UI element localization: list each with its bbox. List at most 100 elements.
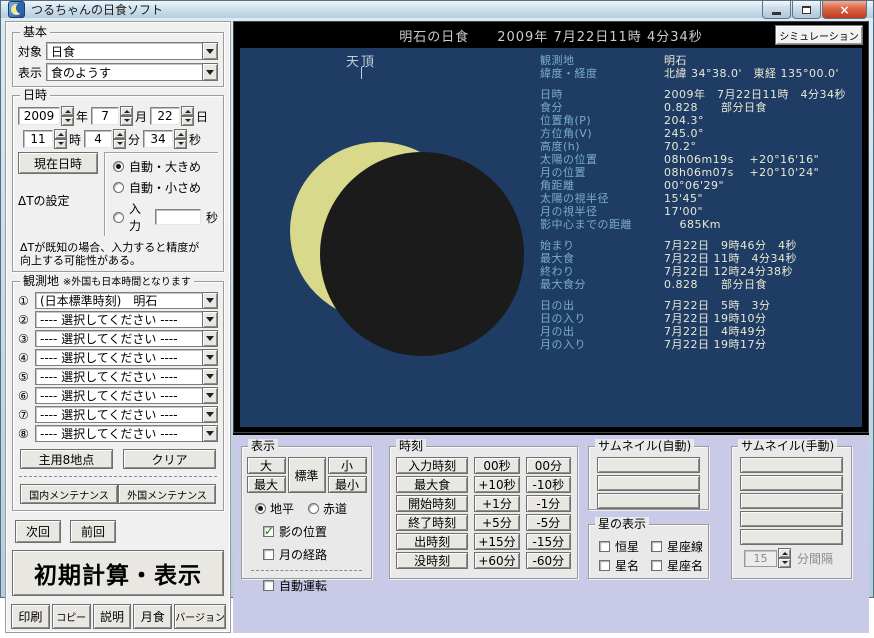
view-dropdown-button[interactable] [202, 63, 218, 81]
time-plus-button[interactable]: +10秒 [474, 476, 520, 493]
day-stepper[interactable] [181, 106, 195, 126]
previous-eclipse-button[interactable]: 前回 [70, 520, 116, 543]
time-minus-button[interactable]: 00分 [525, 457, 571, 474]
zoom-min-button[interactable]: 最小 [327, 476, 367, 493]
interval-field[interactable]: 15 [744, 549, 777, 567]
minute-field[interactable]: 4 [84, 130, 113, 148]
time-jump-button[interactable]: 入力時刻 [396, 457, 469, 474]
thumbnail-auto-button[interactable] [597, 493, 700, 509]
thumbnail-auto-button[interactable] [597, 475, 700, 491]
shadow-position-checkbox[interactable] [263, 524, 274, 538]
location-dropdown-button[interactable] [202, 311, 218, 328]
time-plus-button[interactable]: +1分 [474, 495, 520, 512]
delta-t-input[interactable] [155, 209, 201, 225]
thumbnail-auto-button[interactable] [597, 457, 700, 473]
location-select[interactable]: ---- 選択してください ---- [35, 311, 218, 328]
time-jump-button[interactable]: 終了時刻 [396, 514, 469, 531]
copy-button[interactable]: コピー [51, 604, 91, 629]
second-stepper[interactable] [174, 129, 188, 149]
lunar-eclipse-button[interactable]: 月食 [133, 604, 173, 629]
location-select[interactable]: ---- 選択してください ---- [35, 368, 218, 385]
main-8-locations-button[interactable]: 主用8地点 [20, 449, 113, 469]
time-jump-button[interactable]: 開始時刻 [396, 495, 469, 512]
time-plus-button[interactable]: +15分 [474, 533, 520, 550]
hour-stepper[interactable] [54, 129, 67, 149]
location-select[interactable]: ---- 選択してください ---- [35, 387, 218, 404]
location-select[interactable]: (日本標準時刻) 明石 [35, 292, 218, 309]
domestic-maintenance-button[interactable]: 国内メンテナンス [20, 484, 118, 504]
location-dropdown-button[interactable] [202, 387, 218, 404]
minute-stepper[interactable] [113, 129, 127, 149]
location-dropdown-button[interactable] [202, 406, 218, 423]
thumbnail-manual-button[interactable] [740, 475, 843, 491]
year-field[interactable]: 2009 [18, 107, 60, 125]
time-plus-button[interactable]: +5分 [474, 514, 520, 531]
location-select[interactable]: ---- 選択してください ---- [35, 406, 218, 423]
title-bar[interactable]: つるちゃんの日食ソフト × [1, 1, 873, 19]
second-field[interactable]: 34 [143, 130, 174, 148]
time-minus-button[interactable]: -5分 [525, 514, 571, 531]
target-dropdown-button[interactable] [202, 42, 218, 60]
zoom-small-button[interactable]: 小 [327, 457, 367, 474]
star-names-checkbox[interactable] [599, 560, 610, 571]
simulation-button[interactable]: シミュレーション [775, 25, 863, 45]
hour-field[interactable]: 11 [23, 130, 53, 148]
auto-run-checkbox[interactable] [263, 580, 274, 591]
day-field[interactable]: 22 [150, 107, 181, 125]
version-button[interactable]: バージョン [174, 604, 226, 629]
next-eclipse-button[interactable]: 次回 [15, 520, 61, 543]
constellation-lines-checkbox[interactable] [651, 541, 662, 552]
view-select[interactable]: 食のようす [46, 63, 218, 81]
location-select[interactable]: ---- 選択してください ---- [35, 425, 218, 442]
minute-unit: 分 [128, 132, 141, 147]
month-field[interactable]: 7 [91, 107, 120, 125]
time-plus-button[interactable]: +60分 [474, 552, 520, 569]
foreign-maintenance-button[interactable]: 外国メンテナンス [118, 484, 216, 504]
auto-large-radio[interactable] [113, 161, 124, 172]
info-row: 方位角(V) 245.0° [540, 127, 846, 140]
time-minus-button[interactable]: -60分 [525, 552, 571, 569]
thumbnail-manual-button[interactable] [740, 529, 843, 545]
zoom-large-button[interactable]: 大 [246, 457, 286, 474]
horizon-radio[interactable] [255, 503, 266, 514]
time-minus-button[interactable]: -10秒 [525, 476, 571, 493]
time-jump-button[interactable]: 最大食 [396, 476, 469, 493]
thumbnail-manual-button[interactable] [740, 511, 843, 527]
month-stepper[interactable] [120, 106, 134, 126]
location-select[interactable]: ---- 選択してください ---- [35, 349, 218, 366]
minimize-button[interactable] [762, 1, 791, 19]
location-dropdown-button[interactable] [202, 425, 218, 442]
location-dropdown-button[interactable] [202, 349, 218, 366]
current-datetime-button[interactable]: 現在日時 [18, 152, 98, 174]
location-select[interactable]: ---- 選択してください ---- [35, 330, 218, 347]
time-jump-button[interactable]: 没時刻 [396, 552, 469, 569]
constellation-names-checkbox[interactable] [651, 560, 662, 571]
input-radio[interactable] [113, 211, 124, 223]
time-plus-button[interactable]: 00秒 [474, 457, 520, 474]
location-dropdown-button[interactable] [202, 292, 218, 309]
moon-path-checkbox[interactable] [263, 549, 274, 560]
zoom-standard-button[interactable]: 標準 [287, 457, 326, 493]
location-row: ⑤ ---- 選択してください ---- [18, 368, 218, 385]
initial-calc-display-button[interactable]: 初期計算・表示 [12, 550, 224, 596]
fixed-stars-checkbox[interactable] [599, 541, 610, 552]
maximize-button[interactable] [792, 1, 821, 19]
year-stepper[interactable] [61, 106, 74, 126]
location-dropdown-button[interactable] [202, 368, 218, 385]
zoom-max-button[interactable]: 最大 [246, 476, 286, 493]
time-minus-button[interactable]: -15分 [525, 533, 571, 550]
thumbnail-manual-button[interactable] [740, 457, 843, 473]
help-button[interactable]: 説明 [92, 604, 132, 629]
fixed-stars-label: 恒星 [615, 540, 640, 554]
time-minus-button[interactable]: -1分 [525, 495, 571, 512]
time-jump-button[interactable]: 出時刻 [396, 533, 469, 550]
location-dropdown-button[interactable] [202, 330, 218, 347]
interval-stepper[interactable] [778, 548, 791, 568]
equator-radio[interactable] [308, 503, 320, 514]
auto-small-radio[interactable] [113, 182, 124, 193]
close-button[interactable]: × [822, 1, 867, 19]
thumbnail-manual-button[interactable] [740, 493, 843, 509]
clear-button[interactable]: クリア [123, 449, 216, 469]
print-button[interactable]: 印刷 [11, 604, 50, 629]
target-select[interactable]: 日食 [46, 42, 218, 60]
